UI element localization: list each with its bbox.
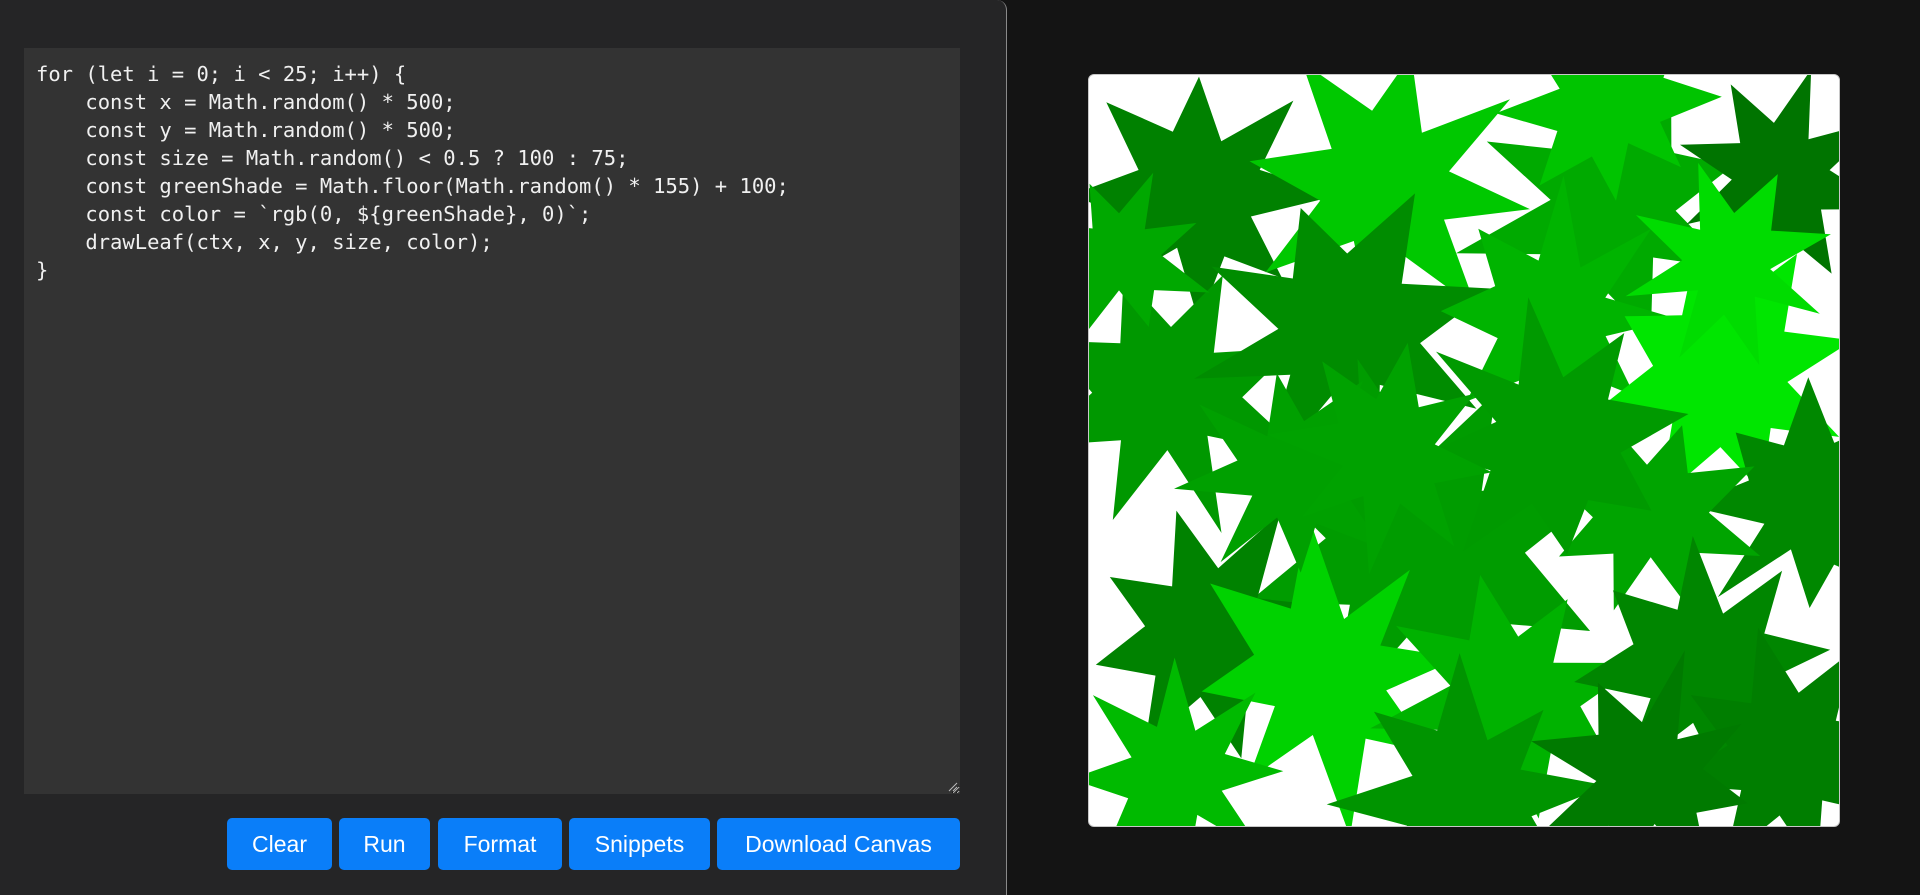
editor-panel: Clear Run Format Snippets Download Canva… [0,0,1007,895]
format-button[interactable]: Format [438,818,562,870]
toolbar: Clear Run Format Snippets Download Canva… [0,818,960,870]
run-button[interactable]: Run [339,818,430,870]
resize-handle-icon[interactable] [948,782,958,792]
app-root: Clear Run Format Snippets Download Canva… [0,0,1920,895]
canvas-drawing [1089,75,1839,826]
download-canvas-button[interactable]: Download Canvas [717,818,960,870]
drawing-canvas[interactable] [1088,74,1840,827]
preview-panel [1008,0,1920,895]
clear-button[interactable]: Clear [227,818,332,870]
code-editor[interactable] [24,48,960,794]
snippets-button[interactable]: Snippets [569,818,710,870]
